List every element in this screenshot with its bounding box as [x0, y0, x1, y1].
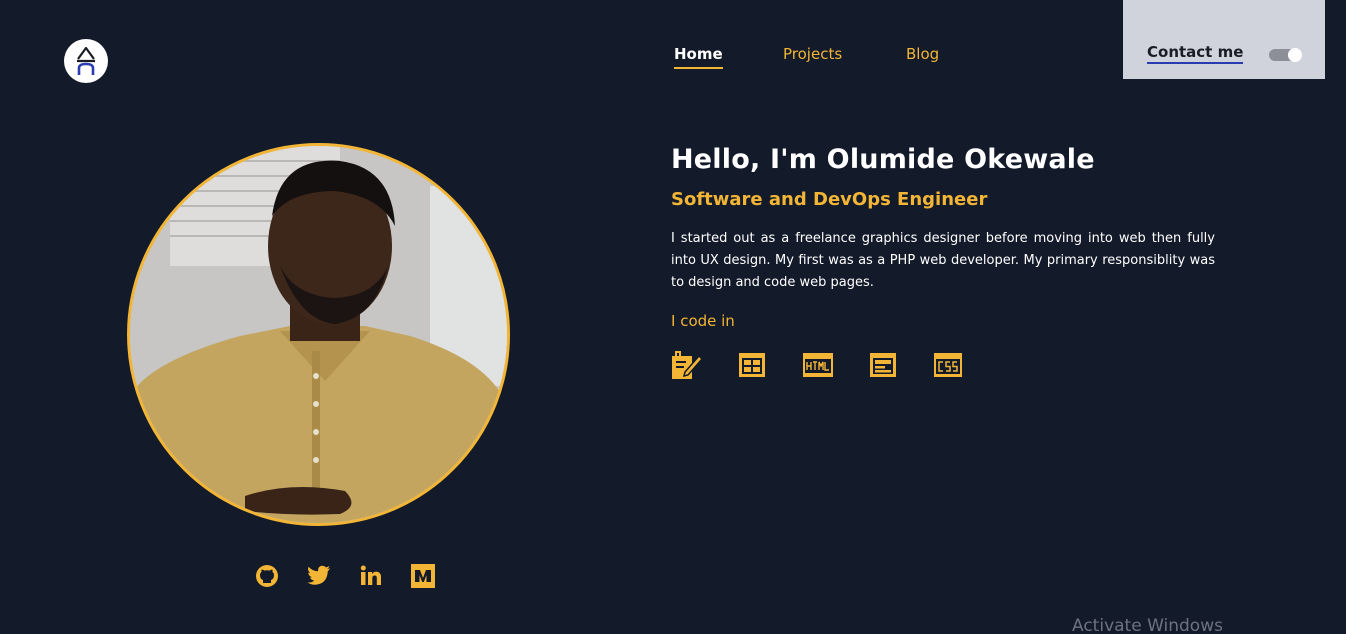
tech-css: [933, 350, 963, 380]
medium-icon: [411, 564, 435, 588]
tech-web: [868, 350, 898, 380]
brand-logo[interactable]: [64, 39, 108, 83]
profile-photo-illustration: [130, 146, 507, 523]
linkedin-link[interactable]: [358, 563, 384, 589]
tech-design: [671, 350, 704, 380]
hero-subtitle: Software and DevOps Engineer: [671, 189, 988, 210]
design-tool-icon: [672, 351, 704, 379]
hero-title: Hello, I'm Olumide Okewale: [671, 144, 1095, 175]
windows-activation-watermark: Activate Windows: [1072, 616, 1223, 634]
medium-link[interactable]: [410, 563, 436, 589]
nav-home[interactable]: Home: [674, 45, 723, 69]
code-label: I code in: [671, 312, 735, 330]
toggle-knob: [1288, 48, 1302, 62]
linkedin-icon: [360, 565, 381, 585]
contact-me-link[interactable]: Contact me: [1147, 43, 1244, 64]
html-icon: [803, 353, 833, 377]
theme-toggle[interactable]: [1269, 48, 1302, 62]
tech-layout: [737, 350, 767, 380]
tech-html: [802, 350, 833, 380]
web-page-icon: [870, 353, 896, 377]
twitter-link[interactable]: [306, 563, 332, 589]
hero-bio: I started out as a freelance graphics de…: [671, 231, 1215, 290]
portfolio-page: Home Projects Blog Contact me Hello, I'm…: [0, 0, 1346, 634]
github-icon: [256, 565, 278, 587]
brand-logo-icon: [77, 46, 95, 75]
profile-photo: [127, 143, 510, 526]
layout-icon: [739, 353, 765, 377]
css-icon: [934, 353, 962, 377]
github-link[interactable]: [254, 563, 280, 589]
contact-panel: Contact me: [1123, 0, 1325, 79]
twitter-icon: [307, 565, 330, 585]
nav-blog[interactable]: Blog: [906, 45, 939, 63]
nav-projects[interactable]: Projects: [783, 45, 842, 63]
